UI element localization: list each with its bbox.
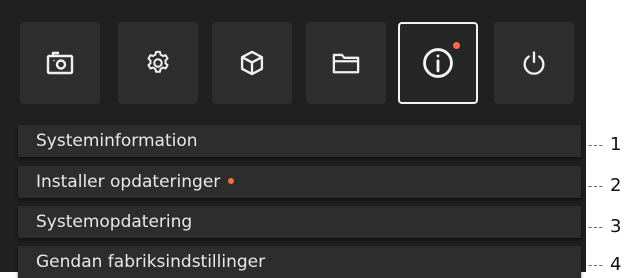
gear-icon [144, 49, 172, 77]
files-button[interactable] [306, 22, 386, 104]
menu-item-label: Systeminformation [36, 131, 198, 151]
callout-leader: --- [588, 219, 604, 234]
notification-dot [453, 42, 460, 49]
callout-1: --- 1 [588, 134, 622, 155]
menu-item-label: Gendan fabriksindstillinger [36, 252, 266, 272]
callout-leader: --- [588, 137, 604, 152]
power-icon [520, 49, 548, 77]
menu-item-system-info[interactable]: Systeminformation [18, 125, 581, 157]
camera-button[interactable] [20, 22, 100, 104]
callout-number: 3 [610, 216, 622, 237]
menu-item-label: Installer opdateringer [36, 172, 221, 192]
power-button[interactable] [494, 22, 574, 104]
callout-leader: --- [588, 257, 604, 272]
callout-number: 1 [610, 134, 622, 155]
cube-icon [238, 49, 266, 77]
callout-4: --- 4 [588, 254, 621, 275]
folder-icon [331, 49, 361, 77]
camera-icon [45, 48, 75, 78]
callout-3: --- 3 [588, 216, 622, 237]
menu-item-factory-reset[interactable]: Gendan fabriksindstillinger [18, 246, 581, 278]
callout-leader: --- [588, 178, 604, 193]
settings-button[interactable] [118, 22, 198, 104]
notification-dot [228, 178, 235, 184]
info-icon [421, 46, 455, 80]
callout-2: --- 2 [588, 175, 622, 196]
info-button[interactable] [398, 22, 478, 104]
callout-number: 2 [610, 175, 622, 196]
menu-item-system-update[interactable]: Systemopdatering [18, 206, 581, 238]
menu-item-label: Systemopdatering [36, 212, 193, 232]
packages-button[interactable] [212, 22, 292, 104]
menu-item-install-updates[interactable]: Installer opdateringer [18, 166, 581, 198]
